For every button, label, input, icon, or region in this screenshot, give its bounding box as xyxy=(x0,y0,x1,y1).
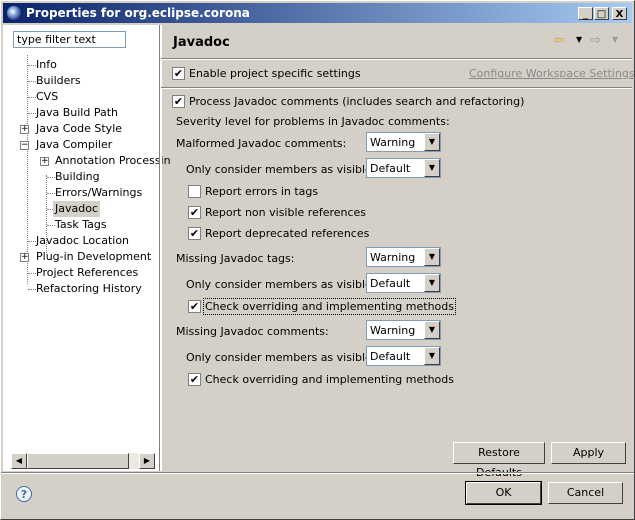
close-button[interactable]: X xyxy=(612,7,627,20)
report-deprecated-label: Report deprecated references xyxy=(205,227,370,240)
malformed-severity-select[interactable]: Warning ▼ xyxy=(366,132,441,152)
tree-item-info[interactable]: Info xyxy=(36,57,57,73)
tree-item-building[interactable]: Building xyxy=(55,169,100,185)
missing-comments-visibility-select[interactable]: Default ▼ xyxy=(366,346,441,366)
forward-icon[interactable]: ⇨ xyxy=(590,33,601,48)
report-errors-in-tags-checkbox[interactable] xyxy=(188,185,201,198)
apply-button[interactable]: Apply xyxy=(551,442,626,464)
process-javadoc-label: Process Javadoc comments (includes searc… xyxy=(189,95,525,108)
scroll-thumb[interactable] xyxy=(27,453,129,469)
missing-comments-severity-select[interactable]: Warning ▼ xyxy=(366,320,441,340)
ok-button[interactable]: OK xyxy=(465,481,542,505)
property-page: Javadoc ⇦ ▼ ⇨ ▼ ✔ Enable project specifi… xyxy=(161,25,635,479)
missing-tags-visibility-select[interactable]: Default ▼ xyxy=(366,273,441,293)
tree-horizontal-scrollbar[interactable]: ◀ ▶ xyxy=(11,453,155,469)
tree-item-java-code-style[interactable]: Java Code Style xyxy=(36,121,122,137)
back-menu-icon[interactable]: ▼ xyxy=(576,35,582,44)
missing-tags-check-overriding-checkbox[interactable]: ✔ xyxy=(188,300,201,313)
tree-item-task-tags[interactable]: Task Tags xyxy=(55,217,107,233)
scroll-right-icon[interactable]: ▶ xyxy=(139,453,155,469)
missing-tags-label: Missing Javadoc tags: xyxy=(176,252,295,265)
enable-project-settings-label: Enable project specific settings xyxy=(189,67,361,80)
dropdown-arrow-icon[interactable]: ▼ xyxy=(424,321,440,339)
title-separator xyxy=(161,58,632,60)
dropdown-arrow-icon[interactable]: ▼ xyxy=(424,347,440,365)
malformed-label: Malformed Javadoc comments: xyxy=(176,137,347,150)
eclipse-icon xyxy=(7,6,21,20)
report-errors-in-tags-label: Report errors in tags xyxy=(205,185,319,198)
expand-icon[interactable]: + xyxy=(20,253,29,262)
tree-connector xyxy=(27,55,28,284)
page-title: Javadoc xyxy=(173,35,230,50)
tree-item-java-compiler[interactable]: Java Compiler xyxy=(36,137,112,153)
tree-item-annotation-processing[interactable]: Annotation Processin xyxy=(55,153,171,169)
expand-icon[interactable]: + xyxy=(40,157,49,166)
tree-item-cvs[interactable]: CVS xyxy=(36,89,58,105)
report-deprecated-checkbox[interactable]: ✔ xyxy=(188,227,201,240)
missing-tags-severity-select[interactable]: Warning ▼ xyxy=(366,247,441,267)
maximize-button[interactable]: □ xyxy=(594,7,609,20)
malformed-visibility-select[interactable]: Default ▼ xyxy=(366,158,441,178)
tree-item-errors-warnings[interactable]: Errors/Warnings xyxy=(55,185,142,201)
missing-tags-check-overriding-label: Check overriding and implementing method… xyxy=(203,298,456,315)
settings-separator xyxy=(161,87,632,89)
forward-menu-icon[interactable]: ▼ xyxy=(612,35,618,44)
minimize-button[interactable]: _ xyxy=(578,7,593,20)
title-bar[interactable]: Properties for org.eclipse.corona _ □ X xyxy=(3,3,632,23)
expand-icon[interactable]: + xyxy=(20,125,29,134)
severity-heading: Severity level for problems in Javadoc c… xyxy=(176,115,450,128)
dropdown-arrow-icon[interactable]: ▼ xyxy=(424,274,440,292)
help-icon[interactable]: ? xyxy=(16,486,32,502)
filter-input[interactable] xyxy=(13,31,126,48)
missing-tags-visibility-label: Only consider members as visible as: xyxy=(186,278,392,291)
restore-defaults-button[interactable]: Restore Defaults xyxy=(453,442,545,479)
preference-tree-panel: Info Builders CVS Java Build Path + Java… xyxy=(3,25,171,471)
report-non-visible-label: Report non visible references xyxy=(205,206,367,219)
collapse-icon[interactable]: − xyxy=(20,141,29,150)
malformed-visibility-label: Only consider members as visible as: xyxy=(186,163,392,176)
missing-comments-check-overriding-checkbox[interactable]: ✔ xyxy=(188,373,201,386)
tree-item-builders[interactable]: Builders xyxy=(36,73,81,89)
tree-item-javadoc-location[interactable]: Javadoc Location xyxy=(36,233,129,249)
history-nav: ⇦ ▼ ⇨ ▼ xyxy=(554,33,622,51)
missing-comments-visibility-label: Only consider members as visible as: xyxy=(186,351,392,364)
tree-item-javadoc[interactable]: Javadoc xyxy=(53,201,100,217)
back-icon[interactable]: ⇦ xyxy=(554,33,565,48)
footer-separator xyxy=(1,472,634,474)
tree-item-plugin-development[interactable]: Plug-in Development xyxy=(36,249,151,265)
dropdown-arrow-icon[interactable]: ▼ xyxy=(424,248,440,266)
configure-workspace-link[interactable]: Configure Workspace Settings... xyxy=(469,67,635,80)
dropdown-arrow-icon[interactable]: ▼ xyxy=(424,159,440,177)
properties-window: Properties for org.eclipse.corona _ □ X … xyxy=(0,0,635,520)
enable-project-settings-checkbox[interactable]: ✔ xyxy=(172,67,185,80)
report-non-visible-checkbox[interactable]: ✔ xyxy=(188,206,201,219)
tree-item-java-build-path[interactable]: Java Build Path xyxy=(36,105,118,121)
cancel-button[interactable]: Cancel xyxy=(548,482,623,504)
tree-item-project-references[interactable]: Project References xyxy=(36,265,138,281)
dropdown-arrow-icon[interactable]: ▼ xyxy=(424,133,440,151)
process-javadoc-checkbox[interactable]: ✔ xyxy=(172,95,185,108)
window-title: Properties for org.eclipse.corona xyxy=(26,6,250,20)
scroll-left-icon[interactable]: ◀ xyxy=(11,453,27,469)
tree-item-refactoring-history[interactable]: Refactoring History xyxy=(36,281,142,297)
missing-comments-check-overriding-label: Check overriding and implementing method… xyxy=(205,373,454,386)
missing-comments-label: Missing Javadoc comments: xyxy=(176,325,329,338)
